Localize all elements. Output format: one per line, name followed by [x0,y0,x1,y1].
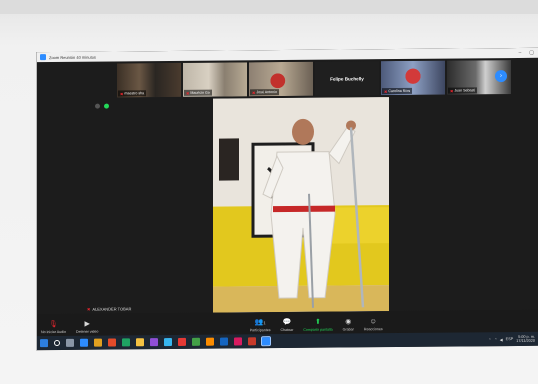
taskbar-app-icon[interactable] [108,338,116,347]
taskbar-app-icon[interactable] [206,337,214,346]
video-camera-icon: ▶ [84,320,90,328]
participants-count: 1 [263,320,266,326]
participant-tile[interactable]: ✖ Mauricio Go [183,62,247,97]
participant-name-label: ✖ José Antonio [250,89,279,96]
maximize-button[interactable]: ▢ [529,50,534,56]
system-tray: ⌃ ◔ ◀ ESP 5:00 p. m. 17/11/2020 [488,334,535,343]
participant-name-label: ✖ Juan Sebasti [448,87,478,94]
taskbar-app-icon[interactable] [94,338,102,347]
chat-button[interactable]: 💬 Chatear [281,319,294,332]
mic-muted-icon: 🎙 [49,320,58,329]
chat-icon: 💬 [282,318,292,327]
participant-tile[interactable]: Felipe Buchelly [315,61,379,96]
mic-muted-icon: ✖ [120,90,124,96]
join-audio-button[interactable]: 🎙 No iniciar Audio [41,321,66,334]
mic-muted-icon: ✖ [87,306,91,312]
participant-name-label: ✖ Carolina Ríos [382,87,413,95]
taskbar-app-icon[interactable] [178,337,186,346]
volume-icon[interactable]: ◀ [500,337,503,342]
chevron-right-icon[interactable]: › [495,70,507,83]
record-icon: ◉ [345,318,352,326]
participant-tile[interactable]: ✖ José Antonio [249,61,313,97]
input-language[interactable]: ESP [506,337,514,341]
reactions-icon: ☺ [369,318,377,326]
reactions-button[interactable]: ☺ Reacciones [364,318,383,331]
taskbar-app-icon[interactable] [192,337,200,346]
stop-video-button[interactable]: ▶ Detener video [76,321,98,334]
zoom-meeting-screen: Zoom Reunión 40 minutos – ▢ ✖ maestro sh… [36,47,538,351]
zoom-app-icon [40,54,46,61]
participants-icon: 👥1 [254,319,266,327]
status-dot-icon [95,103,100,109]
mic-muted-icon: ✖ [252,89,256,95]
martial-artist-scene [213,97,389,313]
system-clock[interactable]: 5:00 p. m. 17/11/2020 [516,334,535,343]
taskbar-app-icon[interactable] [164,338,172,347]
windows-start-icon[interactable] [40,339,48,348]
network-icon[interactable]: ⌃ [488,337,491,342]
self-name-label: ✖ ALEXANDER TOBAR [87,306,132,312]
window-controls: – ▢ [518,50,534,56]
participants-button[interactable]: 👥1 Participantes [250,319,271,332]
participant-name-label: ✖ Mauricio Go [184,89,212,96]
participant-name-label: Felipe Buchelly [330,75,364,82]
mic-muted-icon: ✖ [186,90,190,96]
zoom-taskbar-icon[interactable] [261,336,271,347]
taskbar-app-icon[interactable] [234,337,242,346]
taskbar-app-icon[interactable] [248,337,256,346]
taskbar-app-icon[interactable] [220,337,228,346]
taskbar-app-icon[interactable] [136,338,144,347]
security-shield-icon [104,103,109,109]
search-icon[interactable] [54,339,60,347]
wifi-icon[interactable]: ◔ [494,337,496,341]
minimize-button[interactable]: – [518,50,521,56]
task-view-icon[interactable] [66,338,74,347]
share-screen-button[interactable]: ⬆ Compartir pantalla [303,319,332,332]
taskbar-app-icon[interactable] [80,338,88,347]
mic-muted-icon: ✖ [450,88,454,94]
taskbar-app-icon[interactable] [150,338,158,347]
participant-tile[interactable]: ✖ Carolina Ríos [381,60,445,96]
participant-gallery-strip: ✖ maestro sha ✖ Mauricio Go ✖ José Anton… [117,60,511,98]
participant-tile[interactable]: ✖ maestro sha [117,62,181,98]
participant-name-label: ✖ maestro sha [118,90,147,97]
active-speaker-video [213,97,389,313]
record-button[interactable]: ◉ Grabar [343,318,354,331]
mic-muted-icon: ✖ [384,88,388,94]
connection-status [95,103,109,109]
window-title: Zoom Reunión 40 minutos [49,54,96,60]
top-strip [0,0,538,14]
taskbar-app-icon[interactable] [122,338,130,347]
share-screen-icon: ⬆ [315,318,321,326]
